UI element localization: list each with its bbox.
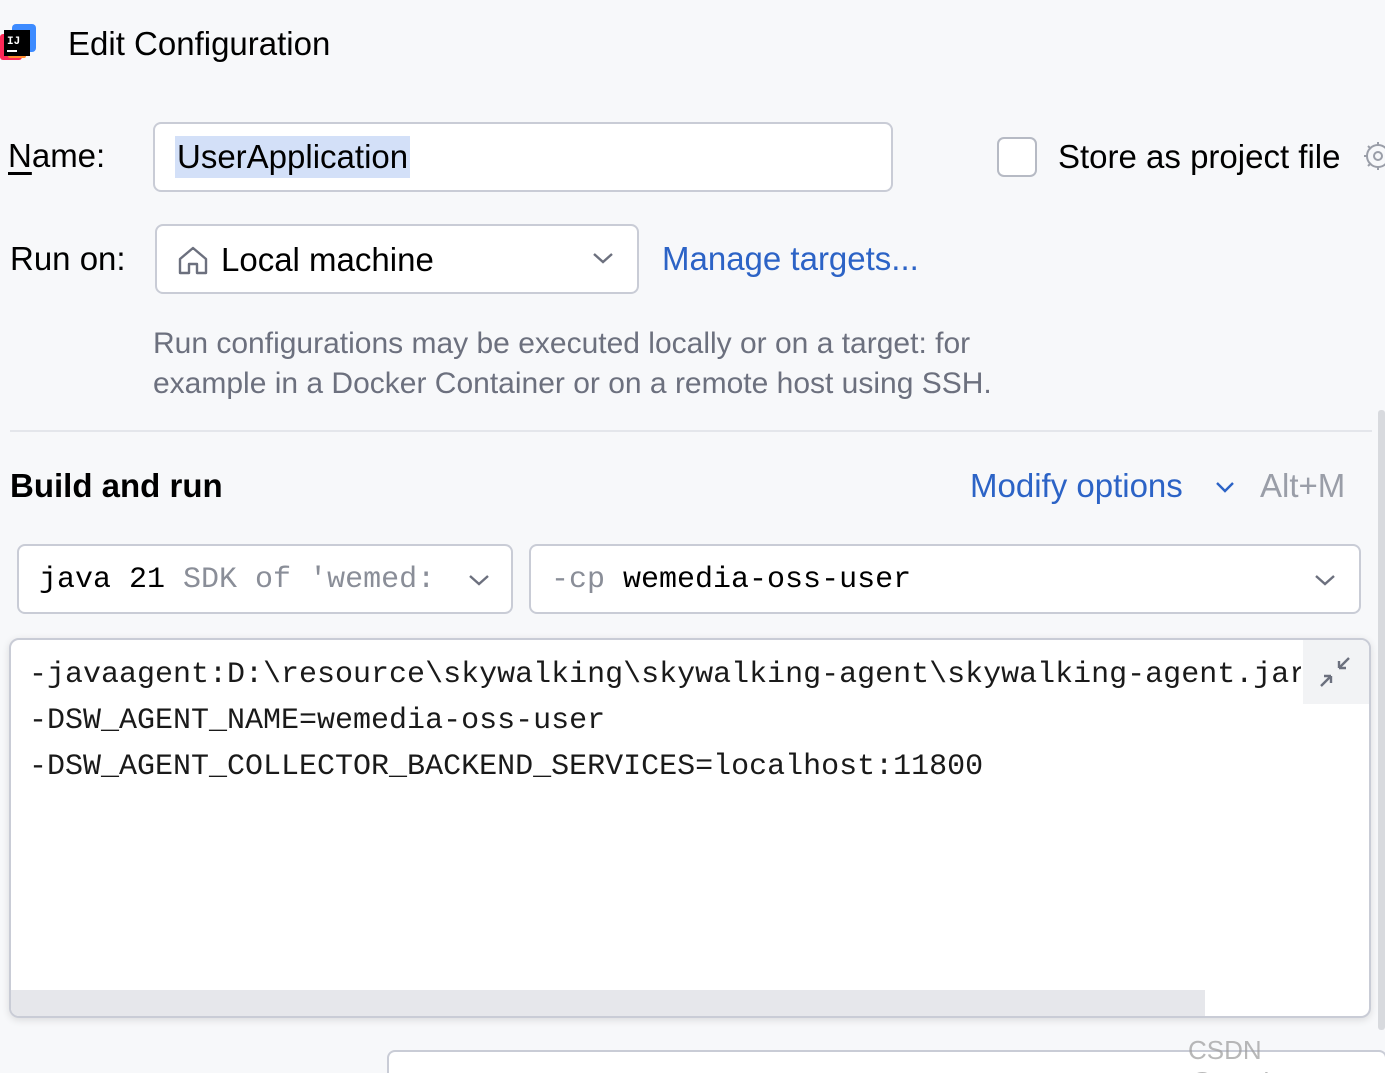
run-on-label: Run on: (10, 240, 126, 277)
vm-option-line: -javaagent:D:\resource\skywalking\skywal… (29, 658, 1301, 692)
vm-options-text[interactable]: -javaagent:D:\resource\skywalking\skywal… (29, 652, 1301, 790)
manage-targets-link[interactable]: Manage targets... (662, 239, 919, 279)
run-on-hint: Run configurations may be executed local… (153, 327, 992, 400)
name-label-rest: ame: (31, 137, 106, 174)
horizontal-scrollbar[interactable] (11, 990, 1205, 1016)
home-icon (177, 244, 209, 276)
modify-options-shortcut: Alt+M (1260, 467, 1346, 504)
jdk-select-value: java 21 SDK of 'wemed: (39, 560, 447, 600)
jdk-version: java 21 (39, 563, 166, 597)
build-and-run-title: Build and run (10, 467, 223, 504)
collapse-icon[interactable] (1303, 640, 1369, 704)
vm-option-line: -DSW_AGENT_COLLECTOR_BACKEND_SERVICES=lo… (29, 750, 984, 784)
run-on-select[interactable]: Local machine (155, 224, 639, 294)
modify-options-link[interactable]: Modify options (970, 466, 1183, 506)
svg-text:IJ: IJ (7, 36, 20, 48)
store-as-project-file-checkbox[interactable] (997, 137, 1037, 177)
vm-options-editor[interactable]: -javaagent:D:\resource\skywalking\skywal… (9, 638, 1371, 1018)
name-label: Name: (8, 136, 105, 176)
name-input[interactable]: UserApplication (153, 122, 893, 192)
gear-icon[interactable] (1360, 138, 1385, 174)
chevron-down-icon (591, 250, 615, 266)
section-divider (10, 430, 1372, 432)
watermark: CSDN @maskge (1188, 1035, 1305, 1073)
classpath-module: wemedia-oss-user (623, 563, 912, 597)
jdk-source: SDK of 'wemed: (183, 563, 436, 597)
chevron-down-icon[interactable] (1214, 480, 1236, 494)
classpath-module-select[interactable]: -cp wemedia-oss-user (529, 544, 1361, 614)
name-label-mnemonic: N (8, 137, 32, 174)
jdk-select[interactable]: java 21 SDK of 'wemed: (17, 544, 513, 614)
run-on-selected-value: Local machine (221, 241, 434, 278)
classpath-flag: -cp (551, 563, 606, 597)
intellij-idea-icon: IJ (0, 24, 38, 62)
vm-option-line: -DSW_AGENT_NAME=wemedia-oss-user (29, 704, 606, 738)
dialog-title: Edit Configuration (68, 25, 331, 62)
store-as-project-file-label[interactable]: Store as project file (1058, 137, 1340, 177)
classpath-value: -cp wemedia-oss-user (551, 560, 911, 600)
chevron-down-icon (467, 572, 491, 588)
vertical-scrollbar[interactable] (1378, 410, 1385, 1030)
name-input-value: UserApplication (175, 136, 411, 178)
chevron-down-icon (1313, 572, 1337, 588)
